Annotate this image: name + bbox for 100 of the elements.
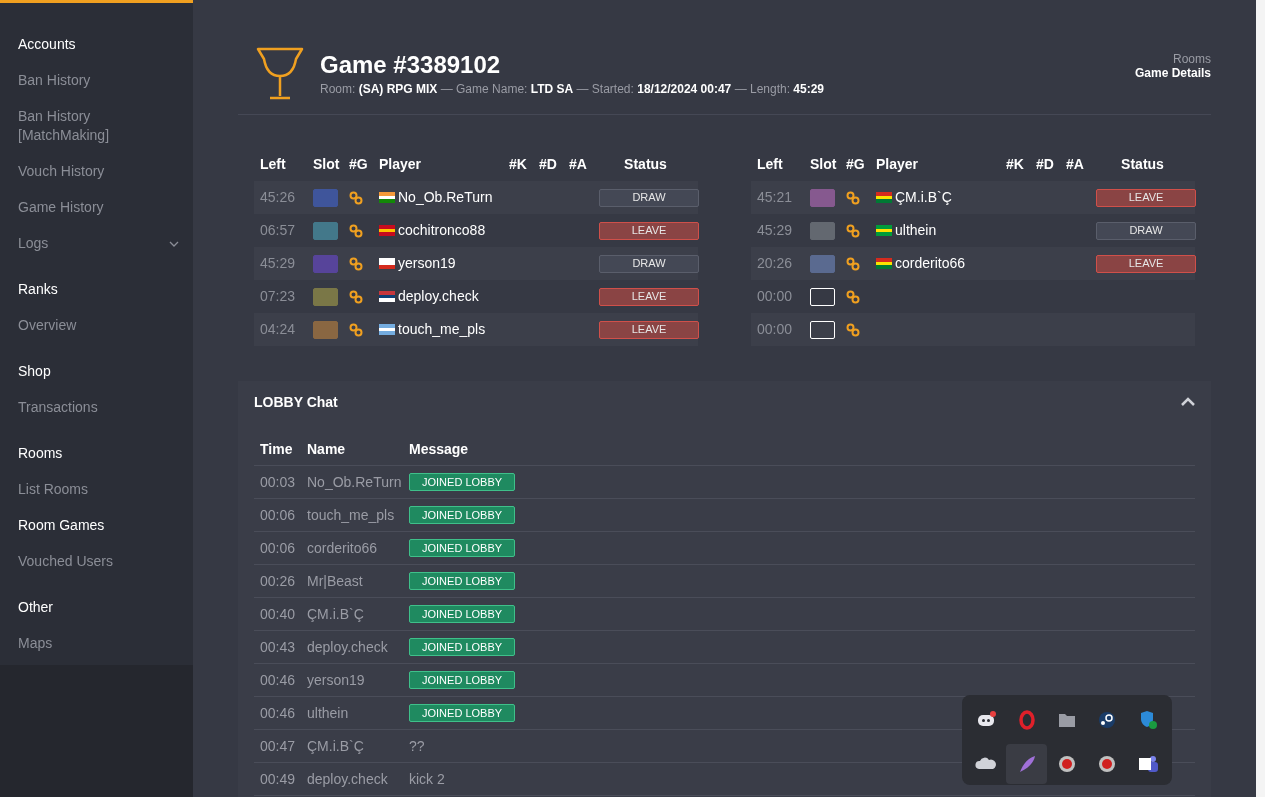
- link-icon[interactable]: [846, 322, 860, 337]
- flag-icon: [379, 225, 395, 236]
- flag-icon: [876, 225, 892, 236]
- column-header: Slot: [810, 155, 838, 174]
- flag-icon: [876, 192, 892, 203]
- chat-time: 00:49: [260, 769, 297, 789]
- event-badge: JOINED LOBBY: [409, 671, 516, 689]
- game-meta: Room: (SA) RPG MIX — Game Name: LTD SA — Started: 18/12/2024 00:47 — Length: 45:29: [320, 81, 825, 98]
- link-icon[interactable]: [846, 190, 860, 205]
- status-badge: DRAW: [599, 188, 699, 207]
- link-icon[interactable]: [846, 289, 860, 304]
- column-header: Status: [1120, 155, 1165, 174]
- sidebar-item[interactable]: Overview: [0, 316, 193, 335]
- chat-time: 00:06: [260, 538, 297, 558]
- player-name: ulthein: [895, 221, 937, 240]
- link-icon[interactable]: [846, 256, 860, 271]
- chat-name: corderito66: [307, 538, 379, 558]
- status-badge: LEAVE: [1096, 188, 1196, 207]
- chat-name: Mr|Beast: [307, 571, 364, 591]
- player-name: cochitronco88: [398, 221, 486, 240]
- chat-name: deploy.check: [307, 769, 389, 789]
- event-badge: JOINED LOBBY: [409, 605, 516, 623]
- chat-title: LOBBY Chat: [254, 392, 338, 412]
- chat-time: 00:47: [260, 736, 297, 756]
- chat-time: 00:06: [260, 505, 297, 525]
- player-name: touch_me_pls: [398, 320, 486, 339]
- chat-time: 00:40: [260, 604, 297, 624]
- column-header: Message: [409, 439, 470, 459]
- event-badge: JOINED LOBBY: [409, 506, 516, 524]
- sidebar-heading: Rooms: [17, 444, 64, 463]
- chat-name: yerson19: [307, 670, 366, 690]
- column-header: Status: [623, 155, 668, 174]
- time-left: 00:00: [757, 287, 794, 306]
- slot-swatch: [810, 287, 835, 306]
- status-badge: LEAVE: [1096, 254, 1196, 273]
- slot-swatch: [810, 320, 835, 339]
- chat-time: 00:03: [260, 472, 297, 492]
- column-header: #K: [509, 155, 528, 174]
- time-left: 45:21: [757, 188, 794, 207]
- sidebar-item[interactable]: Vouched Users: [0, 552, 193, 571]
- column-header: Time: [260, 439, 294, 459]
- time-left: 45:29: [757, 221, 794, 240]
- chat-name: No_Ob.ReTurn: [307, 472, 403, 492]
- column-header: Player: [876, 155, 920, 174]
- flag-icon: [379, 258, 395, 269]
- chat-time: 00:26: [260, 571, 297, 591]
- link-icon[interactable]: [349, 190, 363, 205]
- time-left: 20:26: [757, 254, 794, 273]
- chat-message: ??: [409, 736, 425, 756]
- sidebar-item[interactable]: Ban History [MatchMaking]: [0, 107, 193, 145]
- column-header: #A: [1066, 155, 1085, 174]
- event-badge: JOINED LOBBY: [409, 572, 516, 590]
- sidebar-heading: Other: [17, 598, 54, 617]
- column-header: #D: [1036, 155, 1055, 174]
- breadcrumb-link[interactable]: Rooms: [1173, 52, 1211, 66]
- column-header: Player: [379, 155, 423, 174]
- chat-time: 00:46: [260, 703, 297, 723]
- link-icon[interactable]: [349, 223, 363, 238]
- sidebar-item[interactable]: Room Games: [0, 516, 193, 535]
- chat-name: ÇM.i.B`Ç: [307, 604, 365, 624]
- status-badge: LEAVE: [599, 320, 699, 339]
- status-badge: LEAVE: [599, 221, 699, 240]
- chat-time: 00:46: [260, 670, 297, 690]
- time-left: 04:24: [260, 320, 297, 339]
- player-name: deploy.check: [398, 287, 479, 306]
- scrollbar[interactable]: [1256, 0, 1265, 797]
- player-name: corderito66: [895, 254, 966, 273]
- time-left: 00:00: [757, 320, 794, 339]
- chat-message: kick 2: [409, 769, 445, 789]
- sidebar-item[interactable]: Game History: [0, 198, 193, 217]
- sidebar-item[interactable]: Ban History: [0, 71, 193, 90]
- time-left: 07:23: [260, 287, 297, 306]
- event-badge: JOINED LOBBY: [409, 473, 516, 491]
- chat-name: deploy.check: [307, 637, 389, 657]
- column-header: #G: [846, 155, 866, 174]
- column-header: Slot: [313, 155, 341, 174]
- sidebar-item[interactable]: Logs: [0, 234, 193, 253]
- game-title: Game #3389102: [320, 50, 502, 80]
- sidebar-item[interactable]: Transactions: [0, 398, 193, 417]
- link-icon[interactable]: [349, 256, 363, 271]
- event-badge: JOINED LOBBY: [409, 539, 516, 557]
- breadcrumb-current: Game Details: [1134, 66, 1211, 80]
- chat-time: 00:43: [260, 637, 297, 657]
- sidebar-heading: Accounts: [17, 35, 77, 54]
- status-badge: DRAW: [599, 254, 699, 273]
- chevron-up-icon[interactable]: [1181, 397, 1195, 407]
- sidebar-heading: Shop: [17, 362, 52, 381]
- sidebar-item[interactable]: Vouch History: [0, 162, 193, 181]
- status-badge: LEAVE: [599, 287, 699, 306]
- link-icon[interactable]: [349, 289, 363, 304]
- column-header: Left: [757, 155, 784, 174]
- link-icon[interactable]: [846, 223, 860, 238]
- link-icon[interactable]: [349, 322, 363, 337]
- chat-name: ÇM.i.B`Ç: [307, 736, 365, 756]
- sidebar-item[interactable]: List Rooms: [0, 480, 193, 499]
- flag-icon: [379, 291, 395, 302]
- column-header: #K: [1006, 155, 1025, 174]
- chat-name: ulthein: [307, 703, 350, 723]
- event-badge: JOINED LOBBY: [409, 638, 516, 656]
- sidebar-item[interactable]: Maps: [0, 634, 193, 653]
